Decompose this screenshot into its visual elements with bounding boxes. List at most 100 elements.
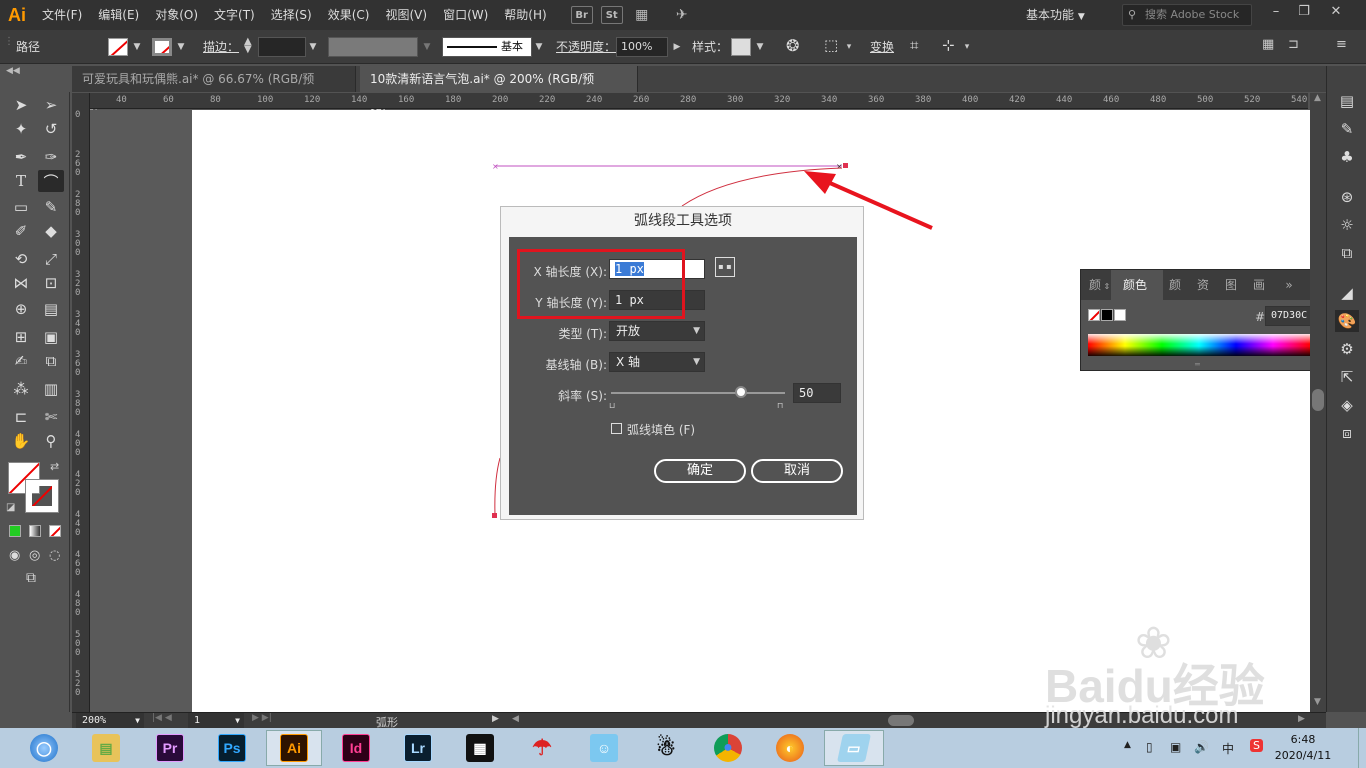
vertical-scrollbar[interactable]: ▲ ▼ (1310, 93, 1326, 712)
variable-width-field[interactable] (328, 37, 418, 57)
cc-libraries-icon[interactable]: ⊛ (1335, 186, 1359, 208)
variable-width-dropdown-icon[interactable]: ▼ (420, 39, 434, 55)
style-swatch[interactable] (731, 38, 751, 56)
isolate-icon[interactable]: ⌗ (910, 36, 918, 54)
arrange-documents-icon[interactable]: ▦ (631, 6, 653, 24)
scroll-down-icon[interactable]: ▼ (1314, 697, 1321, 707)
shape-builder-tool-icon[interactable]: ⊕ (8, 298, 34, 320)
fill-dropdown-icon[interactable]: ▼ (130, 39, 144, 55)
brush-profile-dropdown-icon[interactable]: ▼ (532, 39, 546, 55)
device-icon[interactable]: ▯ (1146, 740, 1153, 754)
transform-button[interactable]: 变换 (870, 38, 894, 55)
eyedropper-tool-icon[interactable]: ✍ (8, 350, 34, 372)
column-graph-tool-icon[interactable]: ▥ (38, 378, 64, 400)
screen-mode-icon[interactable]: ⧉ (26, 570, 36, 586)
draw-normal-icon[interactable]: ◉ (9, 548, 20, 563)
qq-button[interactable]: ☃ (638, 730, 694, 766)
slice-tool-icon[interactable]: ✄ (38, 406, 64, 428)
recolor-icon[interactable]: ❂ (786, 36, 799, 55)
opacity-arrow-icon[interactable]: ▶ (670, 39, 684, 55)
type-select[interactable]: 开放 ▼ (609, 321, 705, 341)
cancel-button[interactable]: 取消 (751, 459, 843, 483)
premiere-button[interactable]: Pr (142, 730, 198, 766)
start-button[interactable]: ◯ (16, 730, 72, 766)
gradient-tool-icon[interactable]: ▣ (38, 326, 64, 348)
tab-toy-bear[interactable]: 可爱玩具和玩偶熊.ai* @ 66.67% (RGB/预览)× (72, 66, 356, 112)
selection-tool-icon[interactable]: ➤ (8, 94, 34, 116)
export-icon[interactable]: ⇱ (1335, 366, 1359, 388)
panel-toggle-icon[interactable]: ⊐ (1288, 37, 1299, 52)
arc-tool-icon[interactable]: ⌒ (38, 170, 64, 192)
zoom-field[interactable]: 200% ▼ (76, 713, 144, 728)
cat-app-button[interactable]: ☺ (576, 730, 632, 766)
draw-inside-icon[interactable]: ◌ (49, 548, 60, 563)
horizontal-ruler[interactable]: 40 60 80 100 120 140 160 180 200 220 240 260 280 300 3… (90, 93, 1308, 109)
artboard-number-field[interactable]: 1 ▼ (188, 713, 244, 728)
free-transform-tool-icon[interactable]: ⊡ (38, 272, 64, 294)
draw-behind-icon[interactable]: ◎ (29, 548, 40, 563)
stock-search-input[interactable]: ⚲ 搜索 Adobe Stock (1122, 4, 1252, 26)
vertical-ruler[interactable]: 0 260 280 300 320 340 360 380 400 420 440 460 480 500… (72, 93, 90, 713)
none-swatch[interactable] (1088, 309, 1100, 321)
style-dropdown-icon[interactable]: ▼ (753, 39, 767, 55)
indesign-button[interactable]: Id (328, 730, 384, 766)
menu-edit[interactable]: 编辑(E) (90, 0, 147, 30)
ime-indicator[interactable]: 中 (1222, 740, 1234, 757)
rectangle-tool-icon[interactable]: ▭ (8, 196, 34, 218)
gpu-performance-icon[interactable]: ✈ (671, 6, 693, 24)
ok-button[interactable]: 确定 (654, 459, 746, 483)
rotate-tool-icon[interactable]: ⟲ (8, 248, 34, 270)
photoshop-button[interactable]: Ps (204, 730, 260, 766)
align-dropdown-icon[interactable]: ▾ (842, 39, 856, 55)
curvature-tool-icon[interactable]: ✑ (38, 146, 64, 168)
menu-view[interactable]: 视图(V) (377, 0, 435, 30)
mesh-tool-icon[interactable]: ⊞ (8, 326, 34, 348)
tray-expand-icon[interactable]: ▲ (1124, 740, 1131, 750)
illustrator-button[interactable]: Ai (266, 730, 322, 766)
menu-type[interactable]: 文字(T) (206, 0, 263, 30)
stroke-dropdown-icon[interactable]: ▼ (174, 39, 188, 55)
first-artboard-icon[interactable]: |◀ ◀ (152, 713, 172, 723)
magic-wand-tool-icon[interactable]: ✦ (8, 118, 34, 140)
direct-selection-tool-icon[interactable]: ➢ (38, 94, 64, 116)
reference-point-icon[interactable]: ▪ ▪ (715, 257, 735, 277)
resize-grip-icon[interactable]: ═ (1195, 360, 1200, 369)
fill-swatch[interactable] (108, 38, 128, 56)
video-app-button[interactable]: ▦ (452, 730, 508, 766)
tab-speech-bubbles[interactable]: 10款清新语言气泡.ai* @ 200% (RGB/预览)× (360, 66, 638, 112)
artboard-tool-icon[interactable]: ⊏ (8, 406, 34, 428)
brush-profile-field[interactable]: 基本 (442, 37, 532, 57)
symbols-panel-icon[interactable]: ♣ (1335, 146, 1359, 168)
stroke-color-box[interactable] (25, 479, 59, 513)
gradient-mode-button[interactable] (29, 525, 41, 537)
tab-swatches[interactable]: 颜 (1163, 270, 1191, 300)
umbrella-app-button[interactable]: ☂ (514, 730, 570, 766)
none-mode-button[interactable] (49, 525, 61, 537)
more-tabs-button[interactable]: » (1275, 270, 1303, 300)
menu-object[interactable]: 对象(O) (147, 0, 206, 30)
paintbrush-tool-icon[interactable]: ✎ (38, 196, 64, 218)
tab-color-guide[interactable]: 颜 ⇕ (1081, 270, 1111, 300)
menu-select[interactable]: 选择(S) (263, 0, 320, 30)
transform-again-icon[interactable]: ⊹ (942, 36, 955, 54)
horizontal-scrollbar-thumb[interactable] (888, 715, 914, 726)
lasso-tool-icon[interactable]: ↺ (38, 118, 64, 140)
eraser-tool-icon[interactable]: ◆ (38, 220, 64, 242)
stepper-icon[interactable]: ▲ ▼ (244, 37, 252, 55)
default-colors-icon[interactable]: ◪ (6, 502, 15, 513)
firefox-button[interactable]: ◐ (762, 730, 818, 766)
minimize-button[interactable]: – (1262, 2, 1290, 22)
stock-button[interactable]: St (600, 6, 623, 24)
artboards-panel-icon[interactable]: ⧈ (1335, 422, 1359, 444)
scroll-left-icon[interactable]: ◀ (512, 714, 519, 724)
slope-field[interactable]: 50 (793, 383, 841, 403)
shaper-tool-icon[interactable]: ✐ (8, 220, 34, 242)
menu-help[interactable]: 帮助(H) (496, 0, 554, 30)
color-panel-icon[interactable]: 🎨 (1335, 310, 1359, 332)
hand-tool-icon[interactable]: ✋ (8, 430, 34, 452)
base-axis-select[interactable]: X 轴 ▼ (609, 352, 705, 372)
perspective-grid-tool-icon[interactable]: ▤ (38, 298, 64, 320)
tab-assets[interactable]: 资 (1191, 270, 1219, 300)
status-menu-arrow-icon[interactable]: ▶ (492, 714, 499, 724)
graphic-styles-icon[interactable]: ⧉ (1335, 242, 1359, 264)
